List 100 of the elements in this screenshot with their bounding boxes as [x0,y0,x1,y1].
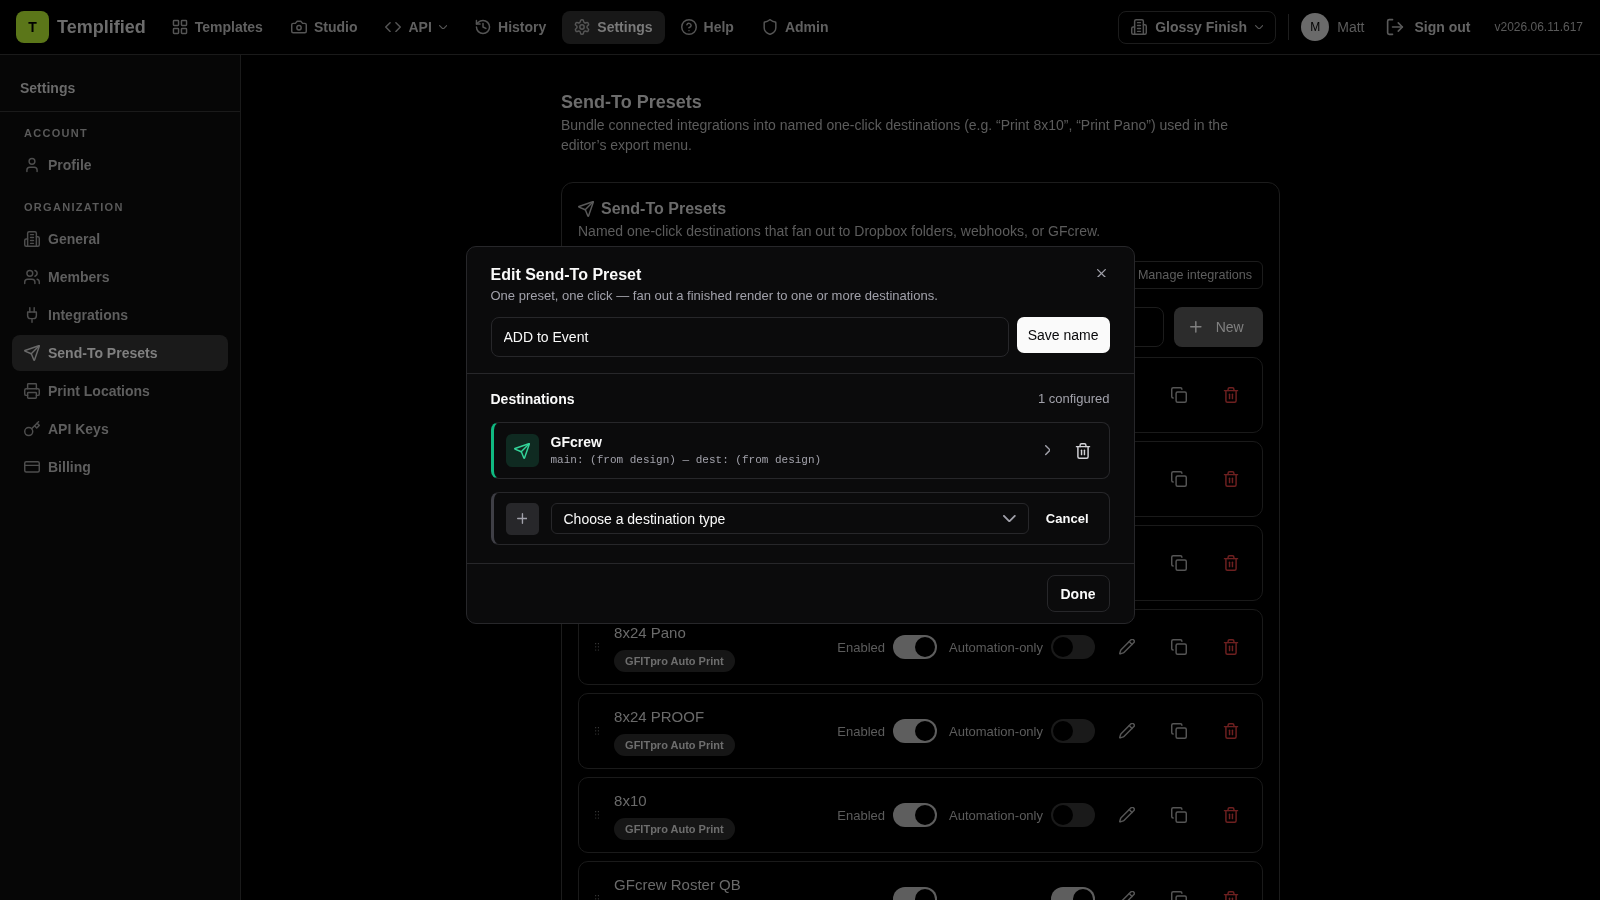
paper-plane-icon [578,201,594,217]
chevron-down-icon [438,24,448,30]
nav-link[interactable]: Help [668,10,746,44]
trash-icon [1223,471,1239,487]
save-name-button[interactable]: Save name [1016,317,1110,353]
nav-link[interactable]: History [463,10,559,44]
integration-tag: GFITpro Auto Print [614,650,735,672]
grip-icon [595,643,600,651]
users-icon [24,269,40,285]
copy-icon [1171,723,1187,739]
sidebar-item[interactable]: Integrations [12,297,228,333]
card-subtitle: Named one-click destinations that fan out to Dropbox folders, webhooks, or GFcrew. [578,222,1102,241]
done-button[interactable]: Done [1046,575,1110,612]
toggle-switch[interactable] [1051,635,1095,659]
shield-icon [761,19,778,35]
plus-icon [505,502,539,535]
sidebar-title: Settings [20,79,76,98]
nav-link[interactable]: Studio [278,10,370,44]
preset-name-field[interactable]: ADD to Event [490,317,1009,357]
history-icon [475,19,492,35]
pencil-icon [1119,807,1135,823]
dialog-subtitle: One preset, one click — fan out a finished render to one or more destinations. [490,287,938,305]
toggle-switch[interactable] [893,635,937,659]
nav-link[interactable]: Settings [562,10,665,44]
plug-icon [24,307,40,323]
preset-name: 8x24 Pano [614,623,686,643]
preset-name: 8x24 PROOF [614,707,705,727]
trash-icon [1223,723,1239,739]
integration-tag: GFITpro Auto Print [614,818,735,840]
chevron-right-icon [1044,445,1051,456]
camera-icon [290,19,307,35]
integration-tag: GFITpro Auto Print [614,734,735,756]
toggle-label: Automation-only [949,639,1043,655]
settings-icon [574,19,591,35]
card-title: Send-To Presets [601,199,727,219]
close-icon [1097,268,1106,278]
logout-icon [1386,18,1405,36]
grid-icon [171,19,188,35]
building-icon [24,231,40,247]
sidebar-item[interactable]: Send-To Presets [12,335,228,371]
sidebar-item[interactable]: API Keys [12,411,228,447]
grip-icon [595,895,600,900]
sign-out-button[interactable]: Sign out [1386,18,1471,36]
section-heading: ORGANIZATION [23,200,125,215]
pencil-icon [1119,723,1135,739]
sidebar-item[interactable]: Members [12,259,228,295]
nav-link[interactable]: Admin [749,10,841,44]
toggle-label: Enabled [837,639,885,655]
key-icon [24,421,40,437]
pencil-icon [1119,639,1135,655]
copy-icon [1171,471,1187,487]
destination-count: 1 configured [1037,390,1110,408]
page-title: Send-To Presets [561,91,703,114]
toggle-label: Automation-only [949,807,1043,823]
copy-icon [1171,555,1187,571]
printer-icon [24,383,40,399]
toggle-switch[interactable] [893,719,937,743]
user-avatar: M [1301,13,1330,41]
copy-icon [1171,387,1187,403]
section-heading: ACCOUNT [23,126,90,141]
chevron-down-icon [1003,514,1016,523]
version-label: v2026.06.11.617 [1494,20,1583,34]
sidebar-item[interactable]: Billing [12,449,228,485]
destination-name: GFcrew [550,433,602,451]
code-icon [385,21,402,33]
section-title: Destinations [490,390,575,409]
sidebar-item[interactable]: General [12,221,228,257]
cancel-button[interactable]: Cancel [1034,503,1100,534]
workspace-dropdown[interactable]: Glossy Finish [1118,10,1277,44]
copy-icon [1171,639,1187,655]
plus-icon [1190,321,1202,333]
grip-icon [595,727,600,735]
sidebar-item[interactable]: Print Locations [12,373,228,409]
paper-plane-icon [505,434,539,467]
toggle-switch[interactable] [1051,803,1095,827]
logo-tile: T [16,11,49,43]
destination-type-select[interactable]: Choose a destination type [550,503,1029,534]
toggle-switch[interactable] [893,803,937,827]
new-button[interactable]: New [1174,307,1263,347]
brand-name: Templified [57,16,146,38]
toggle-label: Automation-only [949,723,1043,739]
preset-name: 8x10 [614,791,647,811]
destination-detail: main: (from design) — dest: (from design) [550,453,822,468]
nav-link[interactable]: API [373,10,460,44]
nav-link[interactable]: Templates [159,10,275,44]
toggle-switch[interactable] [1051,719,1095,743]
trash-icon [1223,387,1239,403]
page-description: Bundle connected integrations into named one-click destinations (e.g. “Print 8x10”, “Print Pano”) used in the editor’s export menu. [561,116,1229,155]
preset-name: GFcrew Roster QB [614,875,741,895]
toggle-label: Enabled [837,807,885,823]
credit-card-icon [24,461,40,473]
chevron-down-icon [1254,24,1264,30]
trash-icon [1223,807,1239,823]
sidebar-item[interactable]: Profile [12,147,228,183]
grip-icon [595,811,600,819]
toggle-label: Enabled [837,723,885,739]
dialog-title: Edit Send-To Preset [490,265,642,285]
trash-icon [1074,442,1091,459]
user-name: Matt [1337,19,1365,35]
building-icon [1131,19,1148,35]
